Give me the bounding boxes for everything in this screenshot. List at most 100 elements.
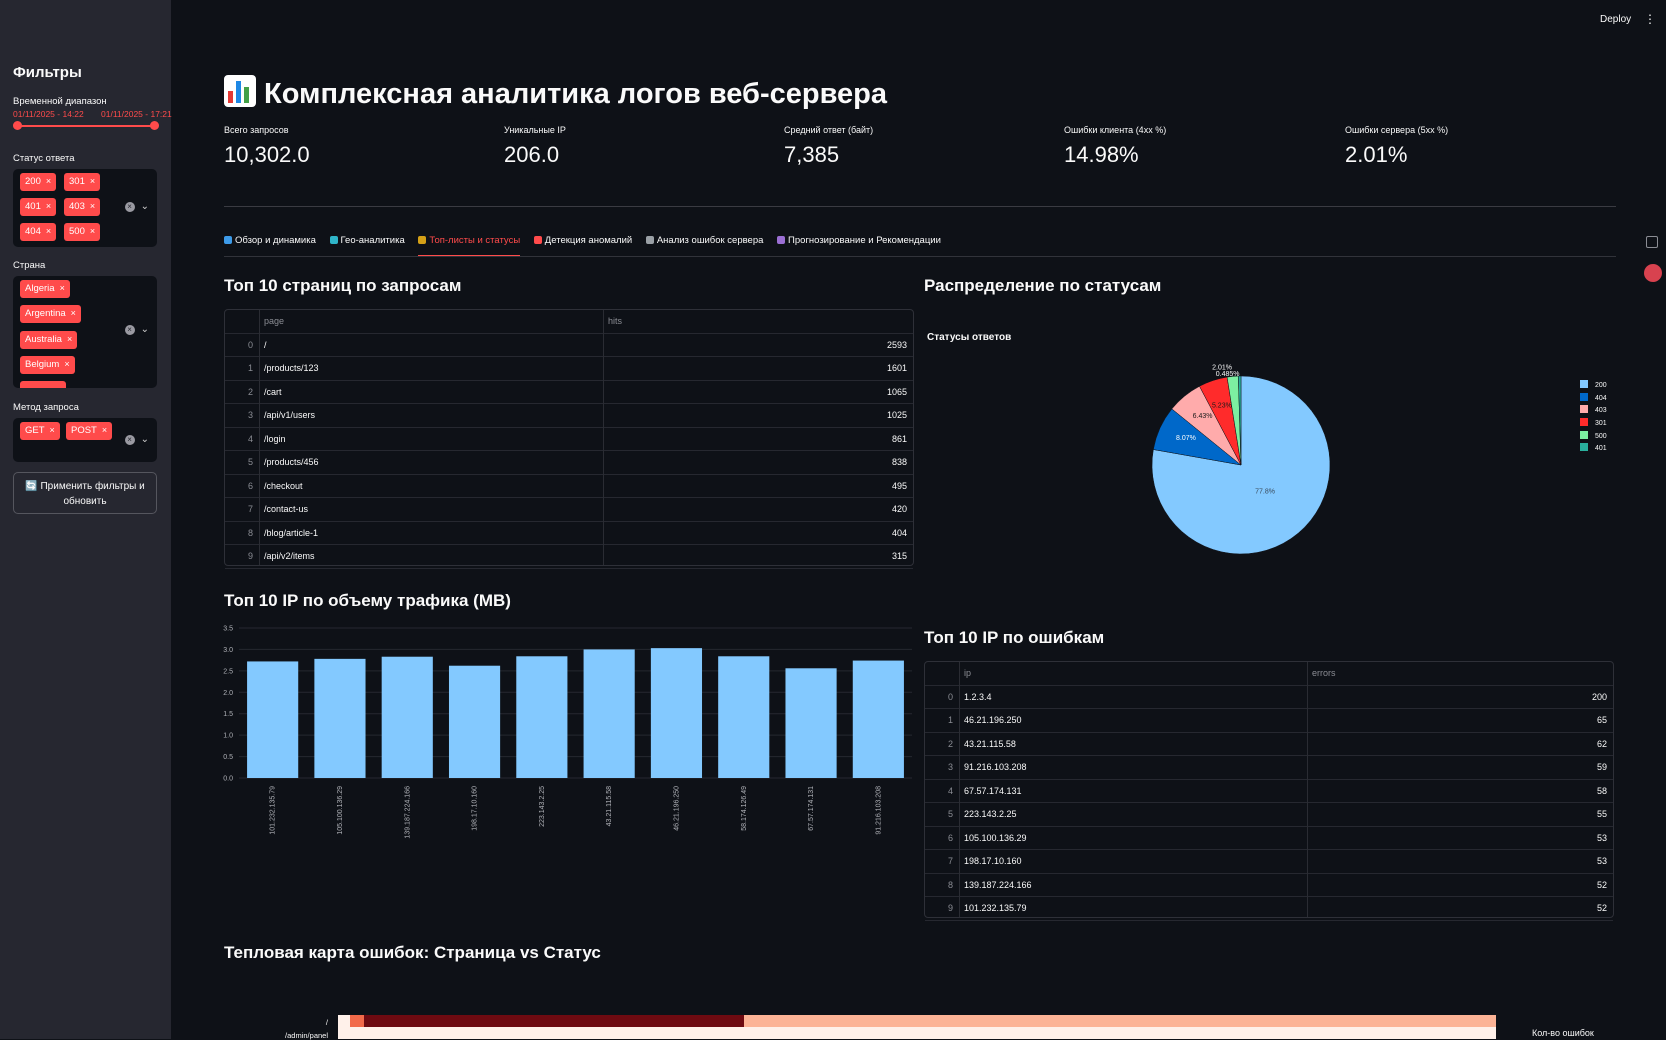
remove-tag-icon[interactable]: × (90, 226, 95, 236)
country-filter-label: Страна (13, 260, 46, 271)
table-row[interactable]: 0 / 2593 (225, 334, 913, 357)
column-header[interactable]: errors (1312, 662, 1336, 686)
metric-value: 206.0 (504, 142, 560, 167)
tab-server-errors[interactable]: Анализ ошибок сервера (645, 235, 763, 257)
table-row[interactable]: 6/checkout 495 (225, 475, 913, 498)
tab-overview[interactable]: Обзор и динамика (224, 235, 316, 257)
table-row[interactable]: 6 105.100.136.29 53 (925, 827, 1613, 850)
method-tag-get[interactable]: GET × (20, 422, 60, 440)
divider (224, 206, 1616, 207)
table-row[interactable]: 9/api/v2/items 315 (225, 545, 913, 569)
table-row[interactable]: 3 91.216.103.208 59 (925, 756, 1613, 780)
country-multiselect[interactable]: Algeria × Argentina × Australia × Belgium × … (13, 276, 157, 388)
remove-tag-icon[interactable]: × (50, 425, 55, 435)
clear-icon[interactable]: × (124, 202, 135, 212)
status-pie-chart: 77.8%8.07%6.43%5.23%2.01%0.485% (1151, 364, 1331, 555)
time-range-start: 01/11/2025 - 14:22 (13, 109, 84, 119)
top-ip-traffic-heading: Топ 10 IP по объему трафика (MB) (224, 591, 511, 610)
table-row[interactable]: 1/products/123 1601 (225, 357, 913, 381)
tab-anomalies[interactable]: Детекция аномалий (533, 235, 632, 257)
country-tag-algeria[interactable]: Algeria × (20, 280, 70, 298)
crystal-ball-icon (777, 236, 786, 244)
time-range-start-handle[interactable] (13, 121, 22, 130)
status-tag-404[interactable]: 404 × (20, 223, 57, 241)
column-header[interactable]: ip (964, 662, 971, 686)
table-row[interactable]: 1 46.21.196.250 65 (925, 709, 1613, 733)
table-row[interactable]: 0 1.2.3.4 200 (925, 686, 1613, 709)
legend-item[interactable]: 404 (1580, 392, 1607, 406)
tab-top-lists[interactable]: Топ-листы и статусы (418, 235, 520, 257)
chevron-down-icon[interactable]: ⌄ (141, 324, 149, 335)
remove-tag-icon[interactable]: × (64, 359, 69, 369)
tab-forecast[interactable]: Прогнозирование и Рекомендации (777, 235, 941, 257)
time-range-slider-track[interactable] (17, 125, 154, 127)
table-row[interactable]: 2/cart 1065 (225, 381, 913, 404)
time-range-label: Временной диапазон (13, 96, 107, 107)
heatmap-cell (338, 1027, 1496, 1039)
table-row[interactable]: 2 43.21.115.58 62 (925, 733, 1613, 756)
status-tag-301[interactable]: 301 × (64, 173, 101, 191)
row-index: 2 (947, 738, 953, 749)
legend-item[interactable]: 500 (1580, 430, 1607, 444)
tab-geo[interactable]: Гео-аналитика (329, 235, 405, 257)
bar (516, 656, 568, 778)
table-row[interactable]: 4/login 861 (225, 428, 913, 451)
clear-icon[interactable]: × (124, 325, 135, 335)
legend-item[interactable]: 200 (1580, 380, 1607, 393)
status-tag-401[interactable]: 401 × (20, 198, 57, 216)
country-tag-australia[interactable]: Australia × (20, 331, 78, 349)
column-header[interactable]: page (264, 310, 284, 334)
sidebar-title: Фильтры (13, 64, 82, 81)
time-range-end-handle[interactable] (150, 121, 159, 130)
legend-item[interactable]: 403 (1580, 405, 1607, 418)
remove-tag-icon[interactable]: × (46, 201, 51, 211)
deploy-button[interactable]: Deploy (1600, 14, 1631, 25)
chevron-down-icon[interactable]: ⌄ (141, 434, 149, 445)
country-tag-argentina[interactable]: Argentina × (20, 305, 81, 323)
remove-tag-icon[interactable]: × (71, 308, 76, 318)
remove-tag-icon[interactable]: × (67, 334, 72, 344)
x-tick-label: 46.21.196.250 (673, 786, 680, 831)
table-row[interactable]: 5 223.143.2.25 55 (925, 803, 1613, 827)
main-menu-icon[interactable]: ⋮ (1644, 12, 1656, 26)
apply-filters-button[interactable]: 🔄 Применить фильтры и обновить (13, 472, 157, 514)
table-row[interactable]: 7 198.17.10.160 53 (925, 850, 1613, 874)
status-tag-403[interactable]: 403 × (64, 198, 101, 216)
top-ip-errors-table[interactable]: ip errors 0 1.2.3.4 200 1 46.21.196.250 65 2 43.2… (924, 661, 1614, 921)
method-multiselect[interactable]: GET × POST × × ⌄ (13, 418, 157, 462)
avatar[interactable] (1644, 264, 1662, 282)
metric-total-requests: Всего запросов 10,302.0 (224, 125, 310, 168)
method-tag-post[interactable]: POST × (66, 422, 113, 440)
table-row[interactable]: 4 67.57.174.131 58 (925, 780, 1613, 803)
table-row[interactable]: 7/contact-us 420 (225, 498, 913, 522)
table-row[interactable]: 9 101.232.135.79 52 (925, 897, 1613, 921)
table-row[interactable]: 8 139.187.224.166 52 (925, 874, 1613, 897)
country-tag-more[interactable] (20, 381, 66, 388)
table-cell: 43.21.115.58 (964, 738, 1016, 749)
clear-icon[interactable]: × (124, 435, 135, 445)
remove-tag-icon[interactable]: × (90, 176, 95, 186)
status-multiselect[interactable]: 200 × 301 × 401 × 403 × 404 × 500 × × ⌄ (13, 169, 157, 247)
layout-icon[interactable] (1646, 236, 1658, 248)
x-tick-label: 223.143.2.25 (539, 786, 546, 827)
column-header[interactable]: hits (608, 310, 622, 334)
remove-tag-icon[interactable]: × (46, 176, 51, 186)
legend-item[interactable]: 301 (1580, 418, 1607, 431)
status-tag-500[interactable]: 500 × (64, 223, 101, 241)
remove-tag-icon[interactable]: × (46, 226, 51, 236)
top-pages-table[interactable]: page hits 0 / 2593 1/products/123 1601 2/cart 10… (224, 309, 914, 569)
table-cell: 55 (1596, 809, 1607, 819)
chevron-down-icon[interactable]: ⌄ (141, 201, 149, 212)
table-row[interactable]: 5/products/456 838 (225, 451, 913, 475)
remove-tag-icon[interactable]: × (90, 201, 95, 211)
table-row[interactable]: 8/blog/article-1 404 (225, 522, 913, 545)
remove-tag-icon[interactable]: × (60, 283, 65, 293)
table-header-row: ip errors (925, 662, 1613, 686)
country-tag-belgium[interactable]: Belgium × (20, 356, 75, 374)
remove-tag-icon[interactable]: × (102, 425, 107, 435)
status-tag-200[interactable]: 200 × (20, 173, 57, 191)
page-title-text: Комплексная аналитика логов веб-сервера (264, 78, 888, 110)
table-row[interactable]: 3/api/v1/users 1025 (225, 404, 913, 428)
metric-client-errors: Ошибки клиента (4xx %) 14.98% (1064, 125, 1166, 168)
legend-item[interactable]: 401 (1580, 443, 1607, 456)
